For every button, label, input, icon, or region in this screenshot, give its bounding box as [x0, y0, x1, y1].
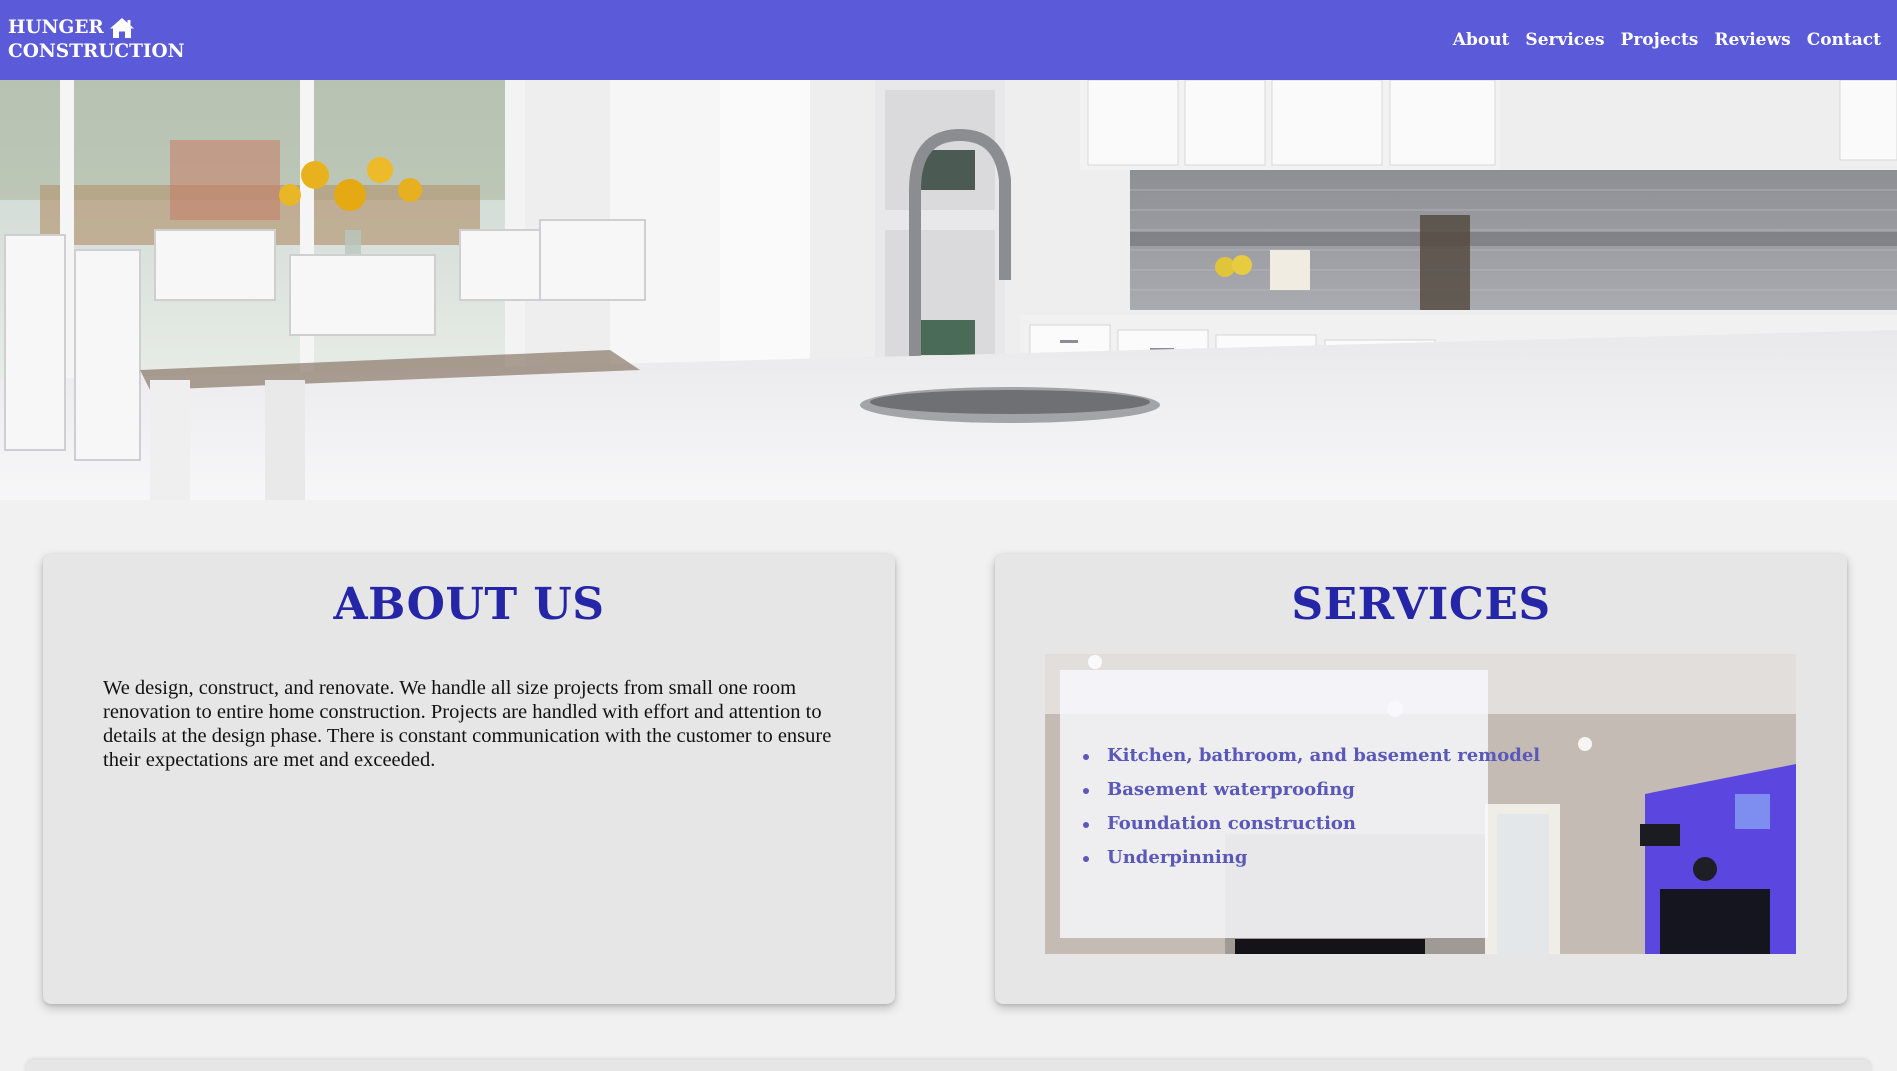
brand-logo[interactable]: HUNGER CONSTRUCTION [8, 16, 185, 64]
about-description: We design, construct, and renovate. We h… [103, 677, 832, 771]
services-list-item: Kitchen, bathroom, and basement remodel [1081, 739, 1540, 773]
services-basement-image: Kitchen, bathroom, and basement remodel … [1045, 654, 1796, 954]
brand-name-line2: CONSTRUCTION [8, 41, 185, 62]
nav-menu: About Services Projects Reviews Contact [1453, 30, 1881, 50]
services-list-item: Underpinning [1081, 841, 1540, 875]
nav-link-projects[interactable]: Projects [1621, 30, 1699, 50]
about-title: ABOUT US [333, 579, 605, 630]
services-title: SERVICES [1291, 579, 1551, 630]
nav-link-contact[interactable]: Contact [1807, 30, 1881, 50]
nav-link-services[interactable]: Services [1525, 30, 1604, 50]
navbar: HUNGER CONSTRUCTION About Services Proje… [0, 0, 1897, 80]
nav-link-about[interactable]: About [1453, 30, 1510, 50]
services-list-item: Basement waterproofing [1081, 773, 1540, 807]
next-section-card [26, 1060, 1871, 1071]
services-card: SERVICES Kitchen, bathroom, and basement… [995, 554, 1847, 1004]
home-icon [109, 17, 135, 39]
services-list: Kitchen, bathroom, and basement remodel … [1081, 739, 1540, 875]
nav-link-reviews[interactable]: Reviews [1714, 30, 1790, 50]
hero-kitchen-image [0, 80, 1897, 500]
services-list-item: Foundation construction [1081, 807, 1540, 841]
about-card: ABOUT US We design, construct, and renov… [43, 554, 895, 1004]
brand-name-line1: HUNGER [8, 17, 104, 38]
